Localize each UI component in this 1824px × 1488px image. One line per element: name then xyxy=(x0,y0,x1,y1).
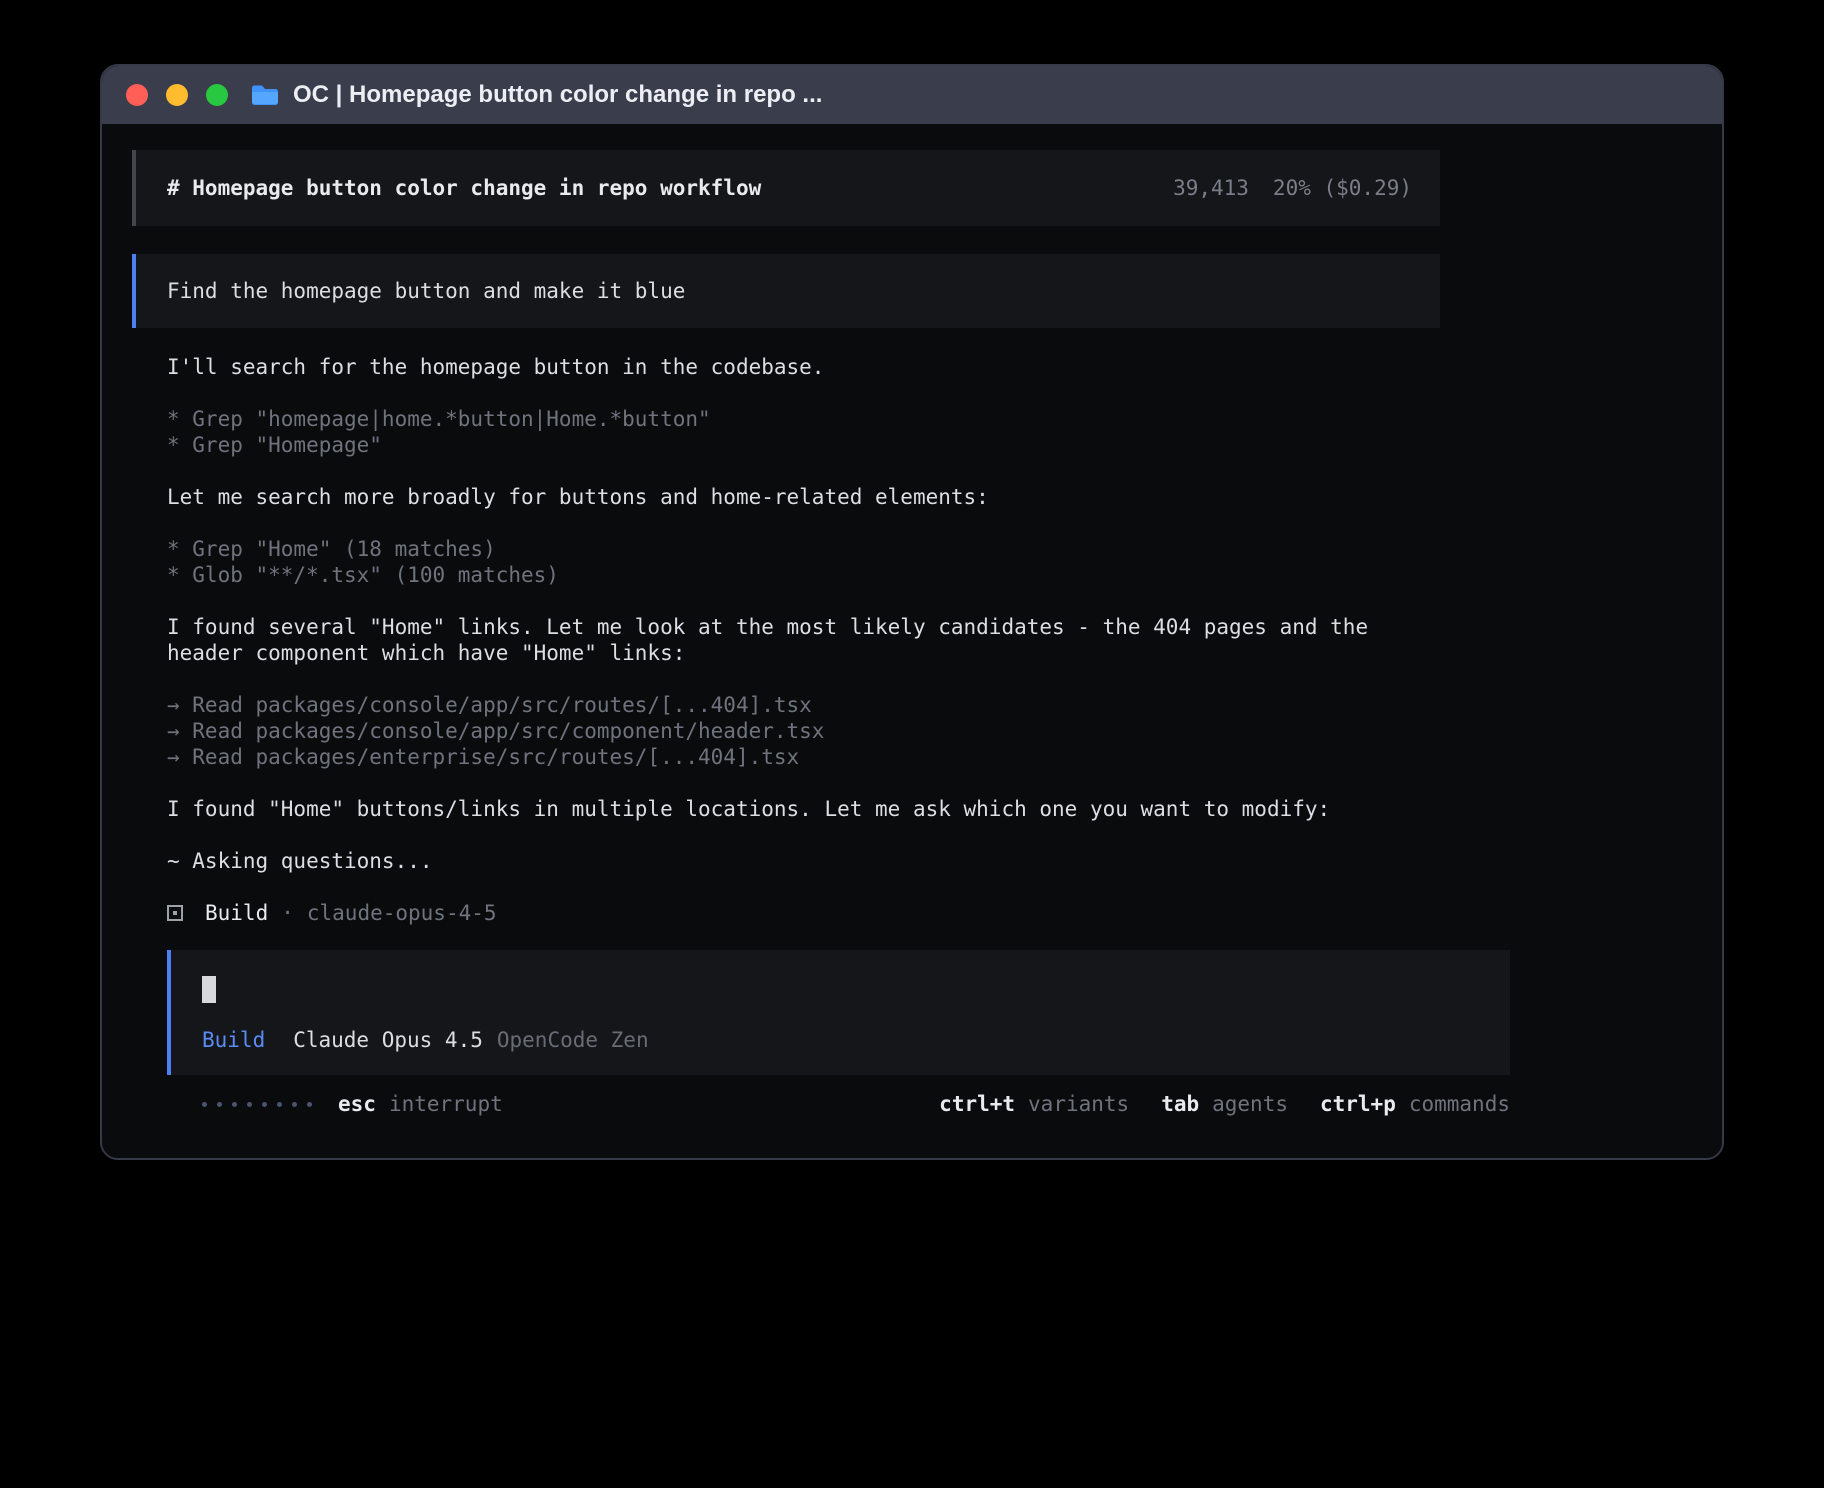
context-usage: 20% ($0.29) xyxy=(1273,175,1412,201)
assistant-working-status: ~ Asking questions... xyxy=(167,848,1417,874)
session-title: # Homepage button color change in repo w… xyxy=(167,175,761,201)
status-right: ctrl+tvariants tabagents ctrl+pcommands xyxy=(939,1091,1510,1117)
terminal-body: # Homepage button color change in repo w… xyxy=(102,124,1722,1158)
tool-call-read: → Read packages/console/app/src/routes/[… xyxy=(167,692,1440,718)
session-header: # Homepage button color change in repo w… xyxy=(132,150,1440,226)
hint-variants: ctrl+tvariants xyxy=(939,1091,1129,1117)
tool-call-grep: * Grep "Home" (18 matches) xyxy=(167,536,1440,562)
desktop: OC | Homepage button color change in rep… xyxy=(0,0,1824,1488)
input-provider-name: OpenCode Zen xyxy=(497,1027,649,1053)
hint-interrupt: escinterrupt xyxy=(338,1091,503,1117)
status-bar: escinterrupt ctrl+tvariants tabagents ct… xyxy=(202,1091,1510,1117)
tool-call-group: * Grep "Home" (18 matches) * Glob "**/*.… xyxy=(167,536,1440,588)
tool-call-read: → Read packages/console/app/src/componen… xyxy=(167,718,1440,744)
user-message-text: Find the homepage button and make it blu… xyxy=(167,279,685,303)
tool-call-glob: * Glob "**/*.tsx" (100 matches) xyxy=(167,562,1440,588)
agent-status-line: Build · claude-opus-4-5 xyxy=(167,900,1440,926)
hint-agents: tabagents xyxy=(1161,1091,1288,1117)
assistant-message: I found "Home" buttons/links in multiple… xyxy=(167,796,1417,822)
prompt-input[interactable]: Build Claude Opus 4.5 OpenCode Zen xyxy=(167,950,1510,1075)
text-cursor xyxy=(202,976,216,1003)
maximize-button[interactable] xyxy=(206,84,228,106)
tool-call-grep: * Grep "Homepage" xyxy=(167,432,1440,458)
agent-model: claude-opus-4-5 xyxy=(307,900,497,926)
window-titlebar[interactable]: OC | Homepage button color change in rep… xyxy=(102,66,1722,124)
assistant-message: Let me search more broadly for buttons a… xyxy=(167,484,1417,510)
input-model-name[interactable]: Claude Opus 4.5 xyxy=(293,1027,483,1053)
user-message: Find the homepage button and make it blu… xyxy=(132,254,1440,328)
assistant-message: I found several "Home" links. Let me loo… xyxy=(167,614,1417,666)
agent-name: Build xyxy=(205,900,268,926)
folder-icon xyxy=(250,83,280,107)
minimize-button[interactable] xyxy=(166,84,188,106)
token-count: 39,413 xyxy=(1173,175,1249,201)
tool-call-read: → Read packages/enterprise/src/routes/[.… xyxy=(167,744,1440,770)
input-mode-badge[interactable]: Build xyxy=(202,1027,265,1053)
tool-call-group: → Read packages/console/app/src/routes/[… xyxy=(167,692,1440,770)
activity-dots-icon xyxy=(202,1102,312,1107)
session-meta: 39,413 20% ($0.29) xyxy=(1173,175,1412,201)
square-dot-icon xyxy=(167,905,183,921)
agent-separator: · xyxy=(281,900,294,926)
close-button[interactable] xyxy=(126,84,148,106)
terminal-window: OC | Homepage button color change in rep… xyxy=(100,64,1724,1160)
tool-call-grep: * Grep "homepage|home.*button|Home.*butt… xyxy=(167,406,1440,432)
status-left: escinterrupt xyxy=(202,1091,503,1117)
tool-call-group: * Grep "homepage|home.*button|Home.*butt… xyxy=(167,406,1440,458)
traffic-lights xyxy=(126,84,228,106)
conversation-transcript: I'll search for the homepage button in t… xyxy=(132,354,1440,1117)
input-footer: Build Claude Opus 4.5 OpenCode Zen xyxy=(202,1027,1482,1053)
window-title: OC | Homepage button color change in rep… xyxy=(293,81,822,109)
hint-commands: ctrl+pcommands xyxy=(1320,1091,1510,1117)
assistant-message: I'll search for the homepage button in t… xyxy=(167,354,1417,380)
